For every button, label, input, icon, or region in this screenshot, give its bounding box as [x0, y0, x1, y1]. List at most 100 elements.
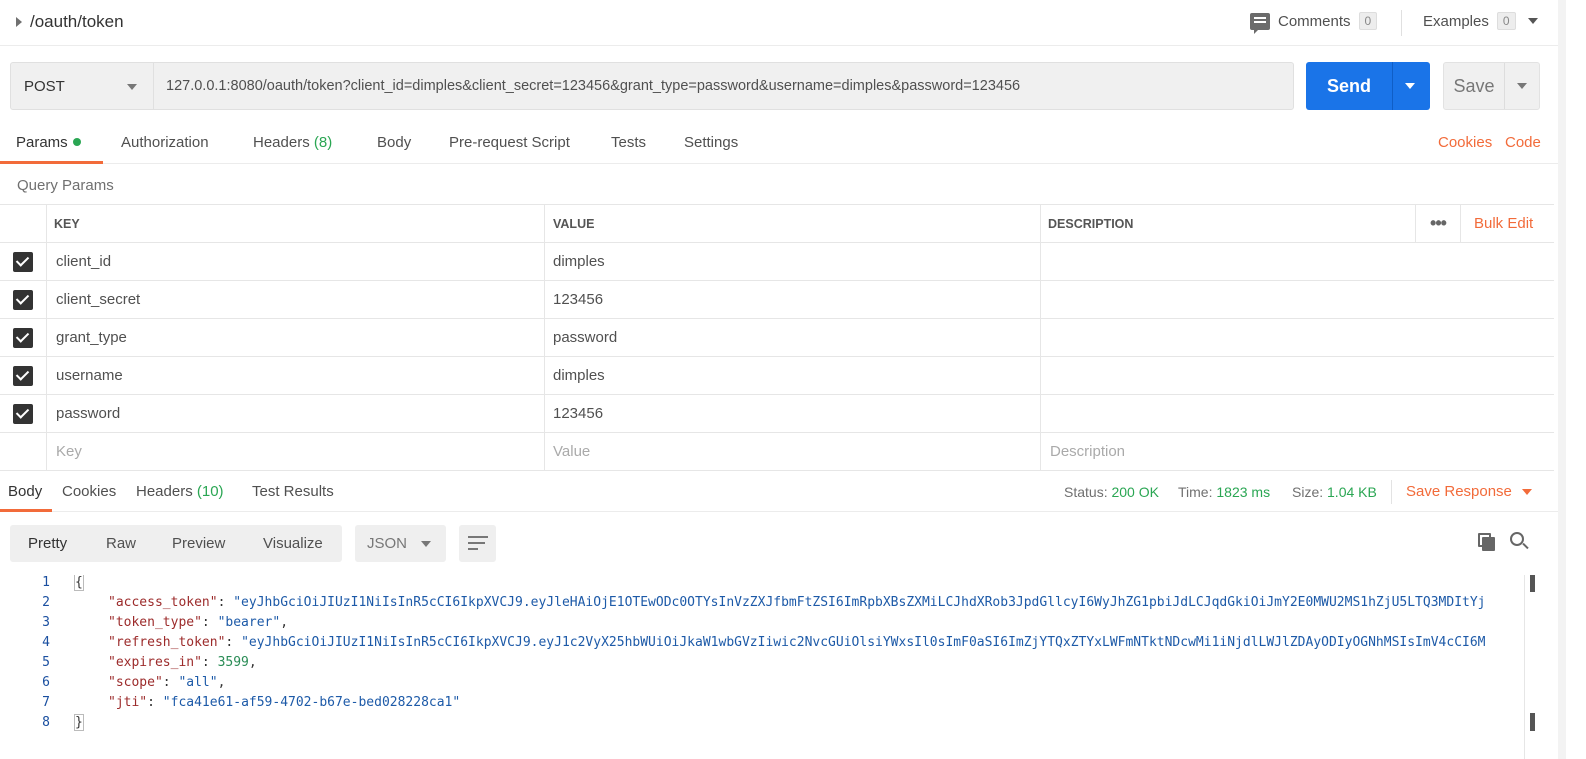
save-response-button[interactable]: Save Response — [1406, 483, 1532, 500]
tab-authorization[interactable]: Authorization — [121, 134, 209, 151]
copy-icon-front — [1482, 537, 1495, 551]
request-title[interactable]: /oauth/token — [30, 12, 124, 32]
cookies-link[interactable]: Cookies — [1438, 134, 1492, 151]
time-label: Time: — [1178, 484, 1213, 500]
tab-headers[interactable]: Headers (8) — [253, 134, 332, 151]
tab-tests[interactable]: Tests — [611, 134, 646, 151]
json-string: "fca41e61-af59-4702-b67e-bed028228ca1" — [162, 695, 461, 710]
param-key-field[interactable]: client_id — [47, 243, 545, 280]
tab-response-body[interactable]: Body — [8, 483, 42, 500]
time-readout: Time: 1823 ms — [1178, 484, 1270, 500]
line-number: 4 — [42, 635, 50, 650]
line-number: 7 — [42, 695, 50, 710]
comment-icon — [1250, 12, 1270, 34]
search-icon[interactable] — [1510, 532, 1529, 550]
param-key-field[interactable]: grant_type — [47, 319, 545, 356]
query-params-label: Query Params — [17, 177, 114, 194]
param-value-field[interactable]: dimples — [545, 243, 1041, 280]
code-link[interactable]: Code — [1505, 134, 1541, 151]
table-row: grant_type password — [0, 319, 1554, 357]
checkbox-checked-icon[interactable] — [13, 403, 33, 424]
method-select[interactable]: POST — [10, 62, 154, 110]
tab-body[interactable]: Body — [377, 134, 411, 151]
url-input[interactable]: 127.0.0.1:8080/oauth/token?client_id=dim… — [153, 62, 1294, 110]
chevron-down-icon — [1527, 18, 1538, 24]
column-header-key: KEY — [47, 205, 545, 242]
tab-response-cookies[interactable]: Cookies — [62, 483, 116, 500]
param-description-field[interactable] — [1041, 319, 1554, 356]
horizontal-scroll-marker[interactable] — [1530, 713, 1535, 731]
param-value-field[interactable]: 123456 — [545, 281, 1041, 318]
wrap-lines-icon — [468, 536, 488, 538]
format-select[interactable]: JSON — [355, 525, 446, 562]
json-key: "token_type" — [108, 615, 202, 630]
send-button[interactable]: Send — [1306, 62, 1430, 110]
format-value: JSON — [367, 535, 408, 552]
row-check-cell — [0, 281, 47, 318]
view-pretty-button[interactable]: Pretty — [28, 535, 67, 552]
code-text: "refresh_token": "eyJhbGciOiJIUzI1NiIsIn… — [108, 635, 1486, 650]
tab-test-results[interactable]: Test Results — [252, 483, 334, 500]
param-description-field[interactable] — [1041, 243, 1554, 280]
copy-icon[interactable] — [1478, 533, 1496, 551]
param-description-field[interactable] — [1041, 395, 1554, 432]
json-key: "scope" — [108, 675, 163, 690]
caret-right-icon[interactable] — [16, 17, 22, 27]
checkbox-checked-icon[interactable] — [13, 327, 33, 348]
status-value: 200 OK — [1111, 484, 1159, 500]
page-scrollbar[interactable] — [1558, 0, 1566, 759]
checkbox-checked-icon[interactable] — [13, 289, 33, 310]
view-preview-button[interactable]: Preview — [172, 535, 225, 552]
code-line: 5 "expires_in": 3599, — [0, 655, 1540, 675]
param-description-field[interactable] — [1041, 281, 1554, 318]
new-key-input[interactable]: Key — [47, 433, 545, 470]
status-readout: Status: 200 OK — [1064, 484, 1159, 500]
row-check-cell — [0, 357, 47, 394]
code-line: 6 "scope": "all", — [0, 675, 1540, 695]
new-description-input[interactable]: Description — [1041, 433, 1554, 470]
comments-button[interactable]: Comments 0 — [1250, 12, 1378, 34]
code-line: 7 "jti": "fca41e61-af59-4702-b67e-bed028… — [0, 695, 1540, 715]
examples-count-badge: 0 — [1496, 12, 1516, 30]
json-string: "all" — [178, 675, 218, 690]
view-raw-button[interactable]: Raw — [106, 535, 136, 552]
new-value-input[interactable]: Value — [545, 433, 1041, 470]
response-body-editor[interactable]: 1 { 2 "access_token": "eyJhbGciOiJIUzI1N… — [0, 575, 1540, 759]
line-number: 3 — [42, 615, 50, 630]
checkbox-checked-icon[interactable] — [13, 365, 33, 386]
horizontal-scroll-marker[interactable] — [1530, 575, 1535, 592]
param-key-field[interactable]: username — [47, 357, 545, 394]
wrap-lines-button[interactable] — [459, 525, 496, 562]
json-string: "eyJhbGciOiJIUzI1NiIsInR5cCI6IkpXVCJ9.ey… — [241, 635, 1486, 650]
tab-response-headers[interactable]: Headers (10) — [136, 483, 224, 500]
bulk-edit-link[interactable]: Bulk Edit — [1474, 205, 1533, 242]
code-line: 1 { — [0, 575, 1540, 595]
line-number: 8 — [42, 715, 50, 730]
send-options-chevron-icon[interactable] — [1405, 83, 1415, 89]
param-key-field[interactable]: password — [47, 395, 545, 432]
param-value-field[interactable]: password — [545, 319, 1041, 356]
examples-label: Examples — [1423, 12, 1489, 30]
checkbox-checked-icon[interactable] — [13, 251, 33, 272]
view-visualize-button[interactable]: Visualize — [263, 535, 323, 552]
request-tabs: Params Authorization Headers (8) Body Pr… — [0, 124, 1558, 164]
line-number: 2 — [42, 595, 50, 610]
param-value-field[interactable]: 123456 — [545, 395, 1041, 432]
more-dots-icon[interactable]: ••• — [1415, 205, 1461, 242]
tab-prerequest-script[interactable]: Pre-request Script — [449, 134, 570, 151]
tab-headers-count: (8) — [313, 134, 333, 151]
param-key-field[interactable]: client_secret — [47, 281, 545, 318]
examples-dropdown[interactable]: Examples 0 — [1423, 12, 1538, 30]
tab-headers-label: Headers — [253, 134, 310, 151]
line-number: 6 — [42, 675, 50, 690]
tab-response-headers-label: Headers — [136, 483, 193, 500]
wrap-lines-icon-bar — [468, 548, 478, 550]
tab-params[interactable]: Params — [16, 134, 81, 151]
param-value-field[interactable]: dimples — [545, 357, 1041, 394]
tab-settings[interactable]: Settings — [684, 134, 738, 151]
save-options-chevron-icon[interactable] — [1517, 83, 1527, 89]
table-row: client_id dimples — [0, 243, 1554, 281]
param-description-field[interactable] — [1041, 357, 1554, 394]
tab-params-label: Params — [16, 134, 68, 151]
save-button[interactable]: Save — [1443, 62, 1540, 110]
